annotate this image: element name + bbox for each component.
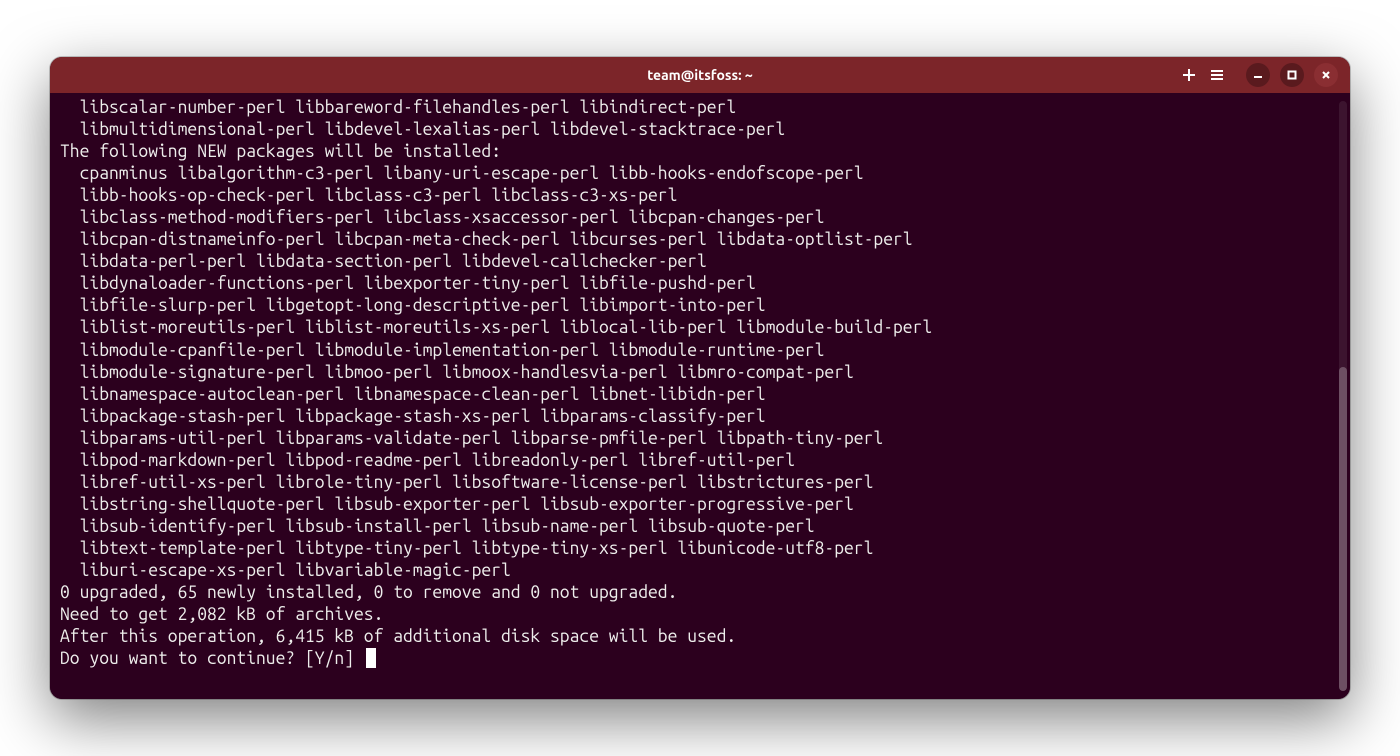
close-icon <box>1321 70 1331 80</box>
close-button[interactable] <box>1314 63 1338 87</box>
maximize-button[interactable] <box>1280 63 1304 87</box>
plus-icon <box>1182 68 1196 82</box>
hamburger-icon <box>1210 68 1224 82</box>
window-controls-group <box>1246 63 1338 87</box>
scrollbar-thumb[interactable] <box>1339 367 1347 692</box>
terminal-body[interactable]: libscalar-number-perl libbareword-fileha… <box>50 93 1350 699</box>
window-title: team@itsfoss: ~ <box>202 67 1198 83</box>
new-tab-button[interactable] <box>1182 67 1196 83</box>
titlebar-controls <box>1198 63 1338 87</box>
maximize-icon <box>1287 70 1297 80</box>
terminal-window: team@itsfoss: ~ <box>50 57 1350 699</box>
window-titlebar: team@itsfoss: ~ <box>50 57 1350 93</box>
minimize-icon <box>1253 70 1263 80</box>
terminal-output: libscalar-number-perl libbareword-fileha… <box>60 97 1340 670</box>
scrollbar[interactable] <box>1339 101 1347 691</box>
menu-button[interactable] <box>1210 67 1224 83</box>
minimize-button[interactable] <box>1246 63 1270 87</box>
terminal-cursor <box>366 648 376 668</box>
